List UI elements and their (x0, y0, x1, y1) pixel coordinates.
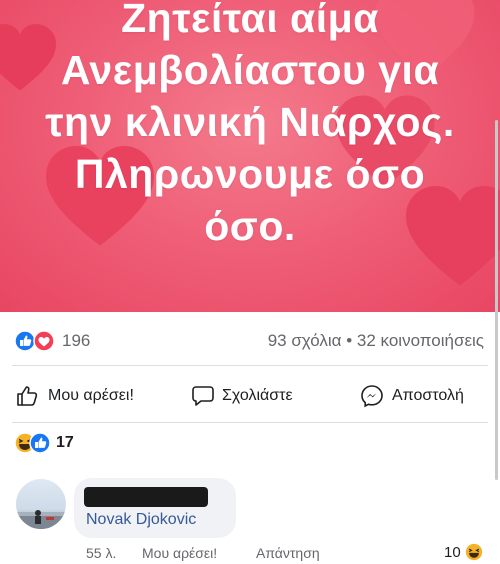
love-icon (33, 330, 55, 352)
like-icon (14, 330, 36, 352)
reaction-icons (14, 432, 51, 454)
like-button[interactable]: Μου αρέσει! (16, 380, 134, 412)
comment-reactions-count: 17 (56, 434, 74, 451)
like-button-label: Μου αρέσει! (48, 387, 134, 404)
post-text-line: Ζητείται αίμα (121, 0, 379, 41)
comment-time[interactable]: 55 λ. (86, 545, 116, 561)
comment-reaction-count[interactable]: 10 (444, 543, 483, 561)
post-actions: Μου αρέσει! Σχολιάστε Αποστολή (0, 380, 500, 412)
avatar-image (16, 510, 66, 529)
scrollbar[interactable] (495, 120, 498, 480)
thumbs-up-icon (17, 386, 38, 406)
post-text-line: όσο. (204, 203, 296, 249)
divider (12, 422, 488, 423)
messenger-icon (361, 385, 383, 408)
haha-icon (465, 543, 482, 561)
comments-shares-count[interactable]: 93 σχόλια • 32 κοινοποιήσεις (268, 331, 484, 351)
post-image[interactable]: Ζητείται αίμα Ανεμβολίαστου για την κλιν… (0, 0, 500, 312)
comment-button[interactable]: Σχολιάστε (192, 380, 293, 412)
send-button-label: Αποστολή (392, 387, 464, 404)
comment-reactions-summary[interactable]: 17 (14, 431, 74, 455)
post-text-line: την κλινική Νιάρχος. (45, 99, 455, 145)
send-button[interactable]: Αποστολή (360, 380, 464, 412)
comment-reaction-count-value: 10 (444, 543, 461, 561)
reaction-icons[interactable] (14, 330, 60, 352)
like-icon (29, 432, 51, 454)
avatar[interactable] (16, 479, 66, 529)
comment-reply-button[interactable]: Απάντηση (256, 545, 320, 561)
redacted-author-name (84, 487, 208, 507)
post-stats: 196 93 σχόλια • 32 κοινοποιήσεις (0, 326, 500, 356)
comment-button-label: Σχολιάστε (222, 387, 293, 404)
post-text: Ζητείται αίμα Ανεμβολίαστου για την κλιν… (10, 0, 490, 252)
mention-link[interactable]: Novak Djokovic (86, 511, 196, 529)
post-text-line: Πληρωνουμε όσο (74, 151, 426, 197)
divider (12, 365, 488, 366)
comment-icon (192, 386, 214, 406)
reaction-count[interactable]: 196 (62, 331, 90, 351)
comment-like-button[interactable]: Μου αρέσει! (142, 545, 217, 561)
post-text-line: Ανεμβολίαστου για (60, 47, 440, 93)
